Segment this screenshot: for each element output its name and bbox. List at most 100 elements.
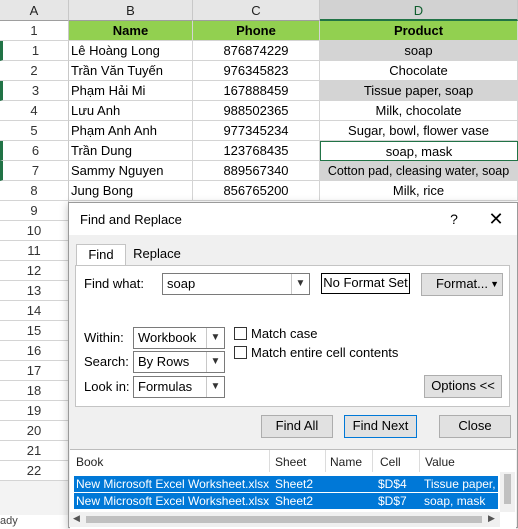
result-row[interactable]: New Microsoft Excel Worksheet.xlsx Sheet… [74, 493, 498, 509]
name-cell[interactable]: Trần Văn Tuyến [69, 61, 193, 81]
phone-cell[interactable]: 988502365 [193, 101, 320, 121]
scroll-right-icon[interactable]: ▶ [488, 513, 495, 524]
find-replace-dialog: Find and Replace ? ✕ Find Replace Find w… [68, 202, 518, 529]
row-header[interactable]: 16 [0, 341, 69, 361]
column-header-a[interactable]: B [69, 0, 193, 21]
header-name-cell[interactable]: Name [69, 21, 193, 41]
row-header[interactable]: 22 [0, 461, 69, 481]
sheet-tab-area [0, 481, 69, 515]
column-separator [419, 450, 420, 472]
tab-replace[interactable]: Replace [128, 244, 186, 265]
horizontal-scrollbar[interactable]: ◀ ▶ [70, 512, 500, 527]
close-icon[interactable]: ✕ [483, 208, 509, 230]
row-header[interactable]: 6 [0, 141, 69, 161]
product-cell[interactable]: Milk, chocolate [320, 101, 518, 121]
row-header[interactable]: 1 [0, 21, 69, 41]
chevron-down-icon[interactable]: ▼ [206, 328, 224, 348]
chevron-down-icon[interactable]: ▼ [291, 274, 309, 294]
help-button[interactable]: ? [444, 209, 464, 229]
phone-cell[interactable]: 889567340 [193, 161, 320, 181]
scrollbar-thumb[interactable] [86, 516, 482, 523]
dialog-title: Find and Replace [80, 212, 182, 227]
look-in-select[interactable]: Formulas ▼ [133, 376, 225, 398]
name-cell[interactable]: Phạm Hải Mi [69, 81, 193, 101]
results-list[interactable]: Book Sheet Name Cell Value New Microsoft… [70, 449, 516, 529]
row-header[interactable]: 7 [0, 161, 69, 181]
phone-cell[interactable]: 167888459 [193, 81, 320, 101]
scroll-left-icon[interactable]: ◀ [73, 513, 80, 524]
phone-cell[interactable]: 977345234 [193, 121, 320, 141]
result-book: New Microsoft Excel Worksheet.xlsx [76, 477, 270, 491]
name-cell[interactable]: Trần Dung [69, 141, 193, 161]
name-cell[interactable]: Lưu Anh [69, 101, 193, 121]
row-header[interactable]: 13 [0, 281, 69, 301]
column-header-d[interactable]: D [320, 0, 518, 21]
product-cell[interactable]: Tissue paper, soap [320, 81, 518, 101]
format-button[interactable]: Format... ▼ [421, 273, 503, 296]
name-cell[interactable]: Sammy Nguyen [69, 161, 193, 181]
active-product-cell[interactable]: soap, mask [320, 141, 518, 161]
chevron-down-icon[interactable]: ▼ [206, 352, 224, 372]
column-separator [269, 450, 270, 472]
row-header[interactable]: 1 [0, 41, 69, 61]
tab-find[interactable]: Find [76, 244, 126, 265]
results-header-book[interactable]: Book [76, 455, 103, 469]
row-header[interactable]: 8 [0, 181, 69, 201]
row-header[interactable]: 9 [0, 201, 69, 221]
no-format-preview: No Format Set [321, 273, 410, 294]
options-button[interactable]: Options << [424, 375, 502, 398]
dialog-titlebar[interactable]: Find and Replace ? ✕ [69, 203, 517, 235]
phone-cell[interactable]: 856765200 [193, 181, 320, 201]
row-header[interactable]: 21 [0, 441, 69, 461]
within-label: Within: [84, 330, 124, 345]
row-header[interactable]: 19 [0, 401, 69, 421]
product-cell[interactable]: Chocolate [320, 61, 518, 81]
header-phone-cell[interactable]: Phone [193, 21, 320, 41]
match-entire-checkbox[interactable] [234, 346, 247, 359]
match-case-checkbox[interactable] [234, 327, 247, 340]
row-header[interactable]: 15 [0, 321, 69, 341]
row-header[interactable]: 10 [0, 221, 69, 241]
header-product-cell[interactable]: Product [320, 21, 518, 41]
column-header-index[interactable]: A [0, 0, 69, 21]
find-what-input[interactable]: soap ▼ [162, 273, 310, 295]
results-header-value[interactable]: Value [425, 455, 455, 469]
row-header[interactable]: 14 [0, 301, 69, 321]
product-cell[interactable]: soap [320, 41, 518, 61]
within-select[interactable]: Workbook ▼ [133, 327, 225, 349]
chevron-down-icon[interactable]: ▼ [206, 377, 224, 397]
product-cell[interactable]: Cotton pad, cleasing water, soap [320, 161, 518, 181]
result-row[interactable]: New Microsoft Excel Worksheet.xlsx Sheet… [74, 476, 498, 492]
results-header-name[interactable]: Name [330, 455, 362, 469]
row-header[interactable]: 11 [0, 241, 69, 261]
name-cell[interactable]: Jung Bong [69, 181, 193, 201]
find-next-button[interactable]: Find Next [344, 415, 417, 438]
results-header-sheet[interactable]: Sheet [275, 455, 306, 469]
search-value: By Rows [138, 354, 190, 369]
column-header-c[interactable]: C [193, 0, 320, 21]
close-button[interactable]: Close [439, 415, 511, 438]
phone-cell[interactable]: 976345823 [193, 61, 320, 81]
row-header[interactable]: 12 [0, 261, 69, 281]
find-what-value: soap [167, 276, 196, 291]
row-header[interactable]: 20 [0, 421, 69, 441]
name-cell[interactable]: Lê Hoàng Long [69, 41, 193, 61]
row-header[interactable]: 5 [0, 121, 69, 141]
phone-cell[interactable]: 123768435 [193, 141, 320, 161]
result-cell: $D$7 [378, 494, 407, 508]
product-cell[interactable]: Sugar, bowl, flower vase [320, 121, 518, 141]
row-header[interactable]: 3 [0, 81, 69, 101]
search-select[interactable]: By Rows ▼ [133, 351, 225, 373]
vertical-scrollbar[interactable] [500, 472, 515, 512]
result-value: soap, mask [424, 494, 486, 508]
row-header[interactable]: 4 [0, 101, 69, 121]
scrollbar-thumb[interactable] [504, 474, 511, 504]
results-header-cell[interactable]: Cell [380, 455, 401, 469]
row-header[interactable]: 17 [0, 361, 69, 381]
name-cell[interactable]: Phạm Anh Anh [69, 121, 193, 141]
row-header[interactable]: 18 [0, 381, 69, 401]
find-all-button[interactable]: Find All [261, 415, 333, 438]
row-header[interactable]: 2 [0, 61, 69, 81]
product-cell[interactable]: Milk, rice [320, 181, 518, 201]
phone-cell[interactable]: 876874229 [193, 41, 320, 61]
